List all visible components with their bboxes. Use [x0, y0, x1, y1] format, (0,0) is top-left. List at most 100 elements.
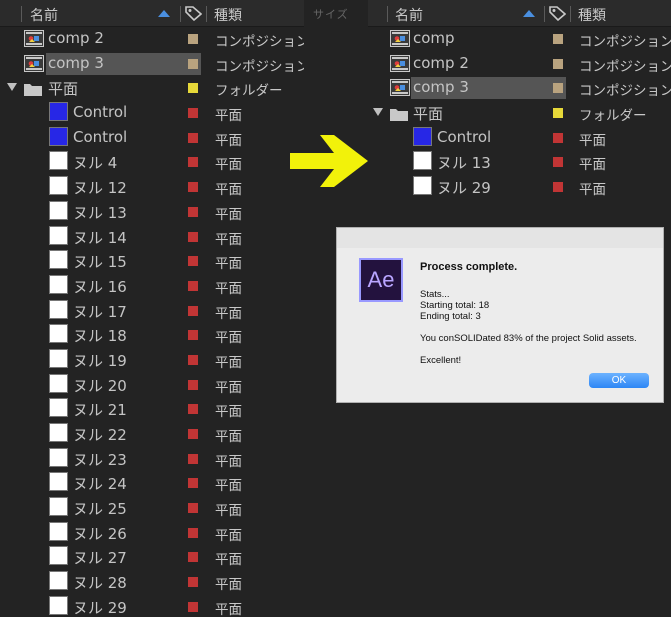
project-item-list: comp 2 コンポジション comp 3 コンポジション 平面 フォルダー Control…: [0, 27, 304, 617]
item-type: 平面: [215, 429, 242, 445]
item-type: コンポジション: [215, 58, 304, 75]
project-panel-before: 名前 種類 comp 2 コンポジション comp 3 コンポジション 平面 フォルダー C…: [0, 0, 304, 617]
label-color-chip[interactable]: [553, 182, 563, 193]
name-column-header[interactable]: 名前: [30, 5, 58, 25]
type-column-header[interactable]: 種類: [214, 5, 242, 25]
label-color-chip[interactable]: [553, 108, 563, 119]
folder-icon: [390, 106, 408, 122]
solid-row[interactable]: ヌル 12 平面: [0, 175, 304, 200]
label-color-chip[interactable]: [188, 305, 198, 316]
label-color-chip[interactable]: [188, 453, 198, 464]
label-color-chip[interactable]: [188, 577, 198, 588]
summary-message: You conSOLIDated 83% of the project Soli…: [420, 333, 637, 344]
solid-row[interactable]: ヌル 29 平面: [368, 175, 671, 200]
label-color-chip[interactable]: [188, 231, 198, 242]
solid-row[interactable]: ヌル 4 平面: [0, 150, 304, 175]
dialog-title-bar[interactable]: [337, 228, 663, 248]
label-color-chip[interactable]: [553, 34, 563, 44]
label-color-chip[interactable]: [553, 132, 563, 143]
label-color-chip[interactable]: [188, 256, 198, 267]
solid-row[interactable]: Control 平面: [0, 126, 304, 151]
solid-color-swatch: [49, 423, 68, 442]
label-color-chip[interactable]: [188, 379, 198, 390]
solid-row[interactable]: ヌル 14 平面: [0, 225, 304, 250]
solid-color-swatch: [49, 299, 68, 319]
expand-triangle-icon[interactable]: [7, 83, 17, 92]
solid-row[interactable]: Control 平面: [0, 101, 304, 126]
label-color-chip[interactable]: [553, 83, 563, 94]
solid-row[interactable]: ヌル 29 平面: [0, 595, 304, 617]
item-name: comp 3: [413, 78, 469, 97]
item-name: ヌル 28: [73, 574, 127, 593]
item-name: comp 2: [413, 53, 469, 72]
composition-row[interactable]: comp コンポジション: [368, 27, 671, 52]
label-color-chip[interactable]: [188, 478, 198, 489]
label-color-chip[interactable]: [188, 157, 198, 168]
solid-row[interactable]: ヌル 28 平面: [0, 570, 304, 595]
label-color-chip[interactable]: [188, 280, 198, 291]
label-color-chip[interactable]: [188, 404, 198, 415]
label-color-chip[interactable]: [188, 527, 198, 538]
label-color-chip[interactable]: [188, 330, 198, 341]
label-color-chip[interactable]: [553, 58, 563, 69]
solid-row[interactable]: Control 平面: [368, 126, 671, 151]
column-header: 名前 種類: [368, 0, 671, 27]
label-color-chip[interactable]: [188, 354, 198, 365]
solid-row[interactable]: ヌル 26 平面: [0, 521, 304, 546]
composition-row[interactable]: comp 2 コンポジション: [0, 27, 304, 52]
solid-row[interactable]: ヌル 17 平面: [0, 299, 304, 324]
label-color-chip[interactable]: [188, 206, 198, 217]
solid-row[interactable]: ヌル 21 平面: [0, 397, 304, 422]
project-panel-after: 名前 種類 comp コンポジション comp 2 コンポジション comp 3 コンポジ…: [368, 0, 671, 203]
composition-row[interactable]: comp 2 コンポジション: [368, 52, 671, 77]
composition-icon: [24, 54, 44, 72]
label-color-chip[interactable]: [188, 601, 198, 612]
solid-row[interactable]: ヌル 23 平面: [0, 447, 304, 472]
sort-ascending-icon[interactable]: [523, 10, 535, 17]
sort-ascending-icon[interactable]: [158, 10, 170, 17]
name-column-header[interactable]: 名前: [395, 5, 423, 25]
solid-row[interactable]: ヌル 16 平面: [0, 274, 304, 299]
solid-row[interactable]: ヌル 18 平面: [0, 323, 304, 348]
solid-row[interactable]: ヌル 20 平面: [0, 373, 304, 398]
solid-row[interactable]: ヌル 22 平面: [0, 422, 304, 447]
solid-color-swatch: [49, 274, 68, 294]
solid-row[interactable]: ヌル 13 平面: [368, 150, 671, 175]
folder-row[interactable]: 平面 フォルダー: [368, 101, 671, 126]
size-column-header: サイズ: [313, 8, 349, 21]
label-color-chip[interactable]: [188, 429, 198, 439]
solid-row[interactable]: ヌル 25 平面: [0, 496, 304, 521]
label-color-chip[interactable]: [188, 182, 198, 193]
expand-triangle-icon[interactable]: [373, 108, 383, 117]
label-tag-icon[interactable]: [185, 5, 202, 21]
composition-row[interactable]: comp 3 コンポジション: [368, 76, 671, 101]
ok-button[interactable]: OK: [589, 373, 649, 388]
solid-color-swatch: [49, 324, 68, 344]
label-color-chip[interactable]: [188, 552, 198, 563]
composition-icon: [24, 30, 44, 47]
solid-color-swatch: [49, 546, 68, 566]
label-color-chip[interactable]: [553, 157, 563, 168]
item-type: 平面: [215, 453, 242, 470]
item-type: 平面: [215, 280, 242, 297]
solid-row[interactable]: ヌル 27 平面: [0, 545, 304, 570]
label-color-chip[interactable]: [188, 132, 198, 143]
type-column-header[interactable]: 種類: [578, 5, 606, 25]
solid-row[interactable]: ヌル 19 平面: [0, 348, 304, 373]
item-type: 平面: [215, 601, 242, 617]
solid-row[interactable]: ヌル 13 平面: [0, 200, 304, 225]
folder-row[interactable]: 平面 フォルダー: [0, 76, 304, 101]
composition-row[interactable]: comp 3 コンポジション: [0, 52, 304, 77]
label-color-chip[interactable]: [188, 34, 198, 44]
item-name-cell[interactable]: [46, 151, 201, 173]
label-color-chip[interactable]: [188, 58, 198, 69]
label-tag-icon[interactable]: [549, 5, 566, 21]
column-header: 名前 種類: [0, 0, 304, 27]
label-color-chip[interactable]: [188, 503, 198, 514]
label-color-chip[interactable]: [188, 108, 198, 119]
label-color-chip[interactable]: [188, 83, 198, 94]
solid-row[interactable]: ヌル 15 平面: [0, 249, 304, 274]
column-separator: [21, 6, 22, 22]
solid-row[interactable]: ヌル 24 平面: [0, 471, 304, 496]
composition-icon: [390, 30, 410, 47]
